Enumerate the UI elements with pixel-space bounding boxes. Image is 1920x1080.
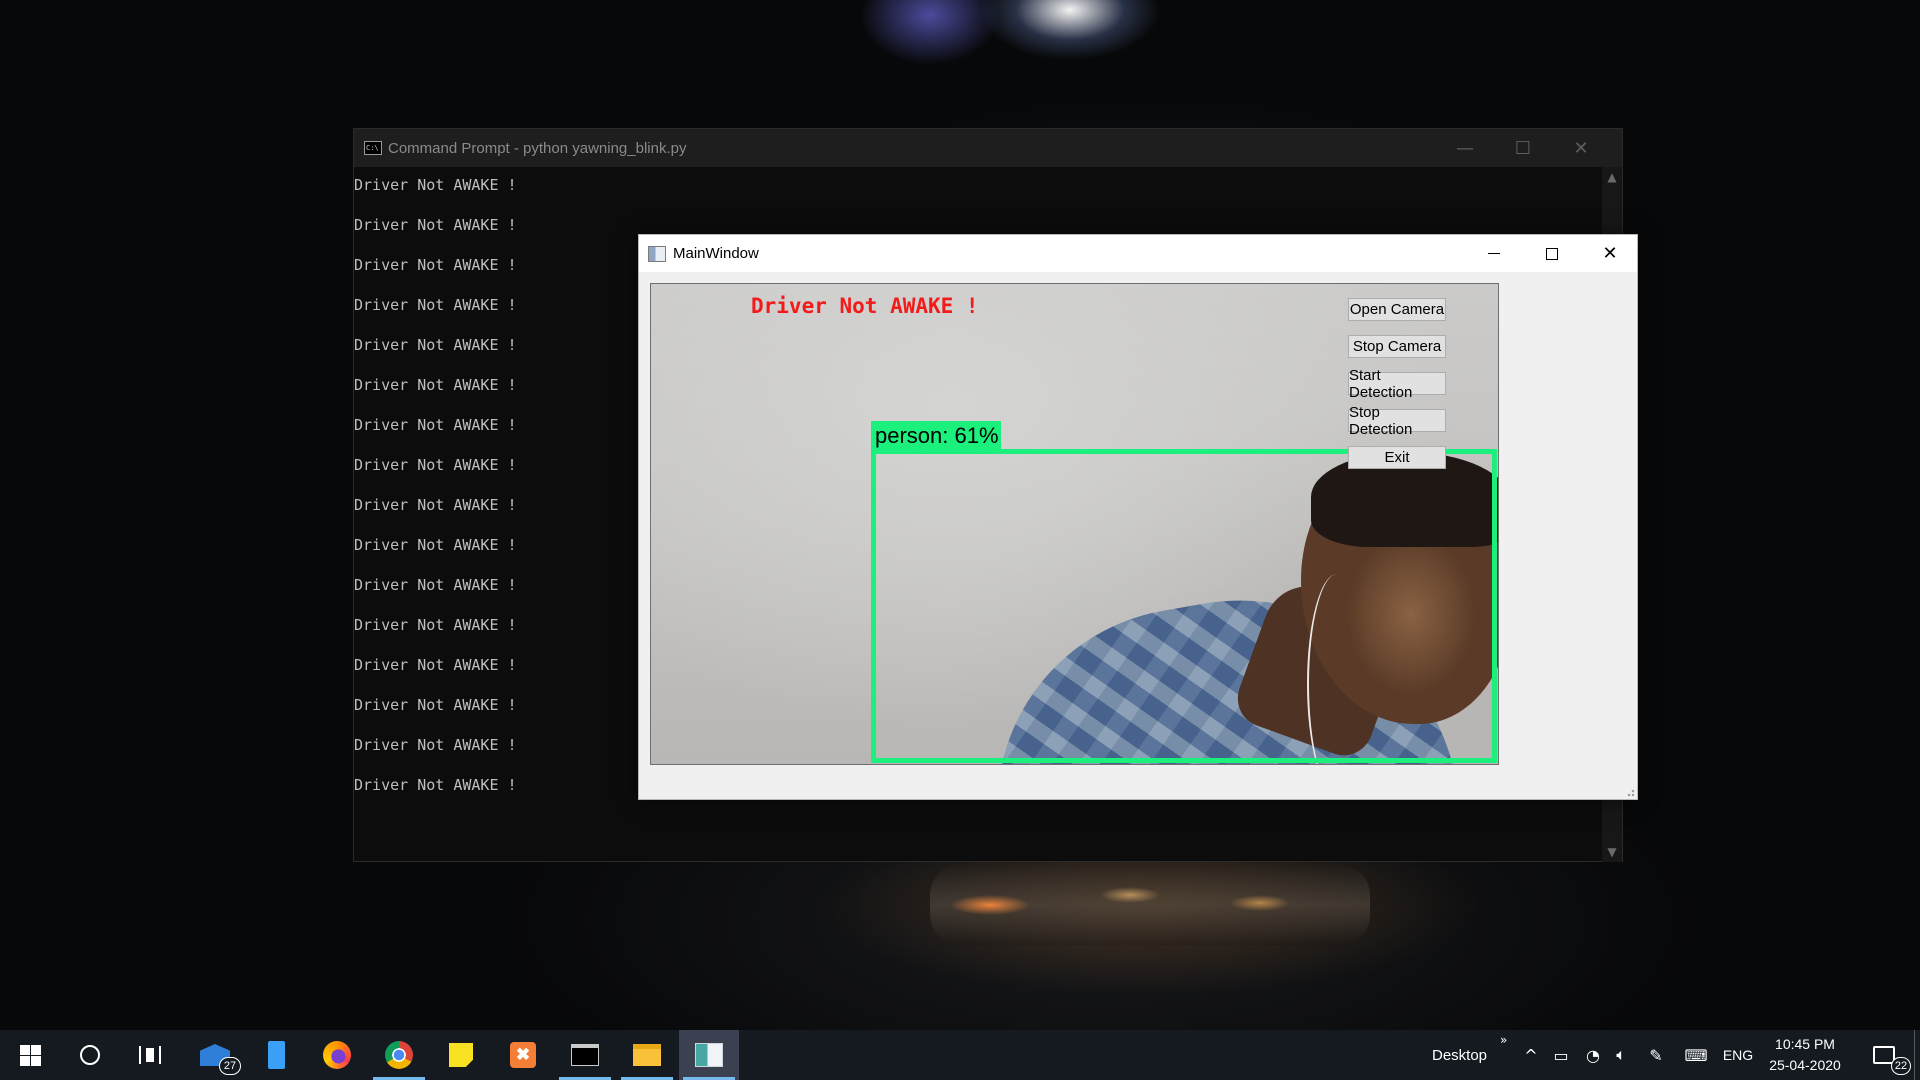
task-view-icon — [139, 1046, 161, 1064]
python-app-icon — [695, 1043, 723, 1067]
cortana-button[interactable] — [60, 1030, 120, 1080]
battery-icon: ▭ — [1553, 1045, 1569, 1065]
desktop-toolbar[interactable]: Desktop — [1432, 1030, 1487, 1080]
taskbar-python-app[interactable] — [679, 1030, 739, 1080]
main-maximize-button[interactable] — [1523, 235, 1581, 272]
scroll-down-icon[interactable]: ▼ — [1602, 842, 1622, 862]
command-prompt-icon — [571, 1044, 599, 1066]
resize-grip-icon[interactable] — [1625, 787, 1635, 797]
taskbar-file-explorer[interactable] — [617, 1030, 677, 1080]
taskbar-clock[interactable]: 10:45 PM 25-04-2020 — [1760, 1030, 1850, 1080]
detection-label: person: 61% — [871, 421, 1001, 451]
stop-detection-button[interactable]: Stop Detection — [1348, 404, 1446, 438]
start-detection-button[interactable]: Start Detection — [1348, 367, 1446, 401]
minimize-icon — [1488, 253, 1500, 254]
app-window-icon — [648, 245, 666, 262]
volume-tray[interactable]: 🔈︎ — [1608, 1030, 1634, 1080]
touch-keyboard-tray[interactable]: ⌨ — [1680, 1030, 1712, 1080]
maximize-icon — [1546, 247, 1558, 260]
clock-date: 25-04-2020 — [1769, 1057, 1841, 1073]
cmd-maximize-button[interactable]: ☐ — [1494, 129, 1552, 167]
wallpaper-glow — [930, 865, 1370, 945]
taskbar-notepad[interactable] — [246, 1030, 306, 1080]
battery-tray[interactable]: ▭ — [1548, 1030, 1574, 1080]
pen-tray[interactable]: ✎ — [1642, 1030, 1670, 1080]
main-window-title: MainWindow — [673, 245, 759, 262]
cmd-close-button[interactable]: ✕ — [1552, 129, 1610, 167]
pen-icon: ✎ — [1649, 1045, 1663, 1065]
notepad-icon — [267, 1041, 285, 1069]
taskbar-sticky-notes[interactable] — [431, 1030, 491, 1080]
cmd-minimize-button[interactable]: — — [1436, 129, 1494, 167]
toolbar-chevron-icon[interactable]: » — [1500, 1033, 1507, 1047]
xampp-icon: ✖ — [510, 1042, 536, 1068]
windows-start-icon — [19, 1044, 41, 1066]
show-hidden-icons-button[interactable]: ^ — [1520, 1030, 1542, 1080]
close-icon: ✕ — [1602, 243, 1618, 264]
sticky-notes-icon — [449, 1043, 473, 1067]
wifi-icon: ◔ — [1586, 1045, 1600, 1065]
open-camera-button[interactable]: Open Camera — [1348, 298, 1446, 321]
main-window[interactable]: MainWindow ✕ Driver Not AWAKE ! person: … — [638, 234, 1638, 800]
mail-count-badge: 27 — [219, 1057, 241, 1075]
cmd-window-icon: C:\ — [364, 141, 382, 155]
file-explorer-icon — [633, 1044, 661, 1066]
start-button[interactable] — [0, 1030, 60, 1080]
minimize-icon: — — [1456, 137, 1474, 159]
console-line: Driver Not AWAKE ! — [354, 176, 517, 194]
detection-bounding-box — [871, 449, 1497, 763]
input-language[interactable]: ENG — [1720, 1030, 1756, 1080]
clock-time: 10:45 PM — [1775, 1036, 1835, 1052]
taskbar-xampp[interactable]: ✖ — [493, 1030, 553, 1080]
firefox-icon — [323, 1041, 351, 1069]
task-view-button[interactable] — [120, 1030, 180, 1080]
taskbar-firefox[interactable] — [307, 1030, 367, 1080]
cortana-icon — [80, 1045, 100, 1065]
main-close-button[interactable]: ✕ — [1581, 235, 1639, 272]
main-minimize-button[interactable] — [1465, 235, 1523, 272]
taskbar-command-prompt[interactable] — [555, 1030, 615, 1080]
taskbar-mail[interactable]: 27 — [185, 1030, 245, 1080]
stop-camera-button[interactable]: Stop Camera — [1348, 335, 1446, 358]
volume-icon: 🔈︎ — [1616, 1045, 1626, 1064]
cmd-titlebar[interactable]: C:\ Command Prompt - python yawning_blin… — [354, 129, 1622, 167]
cmd-window-title: Command Prompt - python yawning_blink.py — [388, 139, 687, 157]
close-icon: ✕ — [1573, 137, 1589, 159]
drowsiness-alert-text: Driver Not AWAKE ! — [751, 294, 979, 318]
notification-count-badge: 22 — [1891, 1057, 1911, 1075]
main-window-titlebar[interactable]: MainWindow ✕ — [639, 235, 1637, 272]
scroll-up-icon[interactable]: ▲ — [1602, 167, 1622, 187]
exit-button[interactable]: Exit — [1348, 446, 1446, 469]
chrome-icon — [385, 1041, 413, 1069]
taskbar: 27 ✖ Desktop » ^ ▭ ◔ 🔈︎ ✎ ⌨ ENG 10:45 PM… — [0, 1030, 1920, 1080]
chevron-up-icon: ^ — [1524, 1045, 1538, 1065]
maximize-icon: ☐ — [1514, 137, 1532, 159]
taskbar-chrome[interactable] — [369, 1030, 429, 1080]
keyboard-icon: ⌨ — [1684, 1045, 1708, 1065]
network-tray[interactable]: ◔ — [1580, 1030, 1606, 1080]
show-desktop-button[interactable] — [1914, 1030, 1920, 1080]
